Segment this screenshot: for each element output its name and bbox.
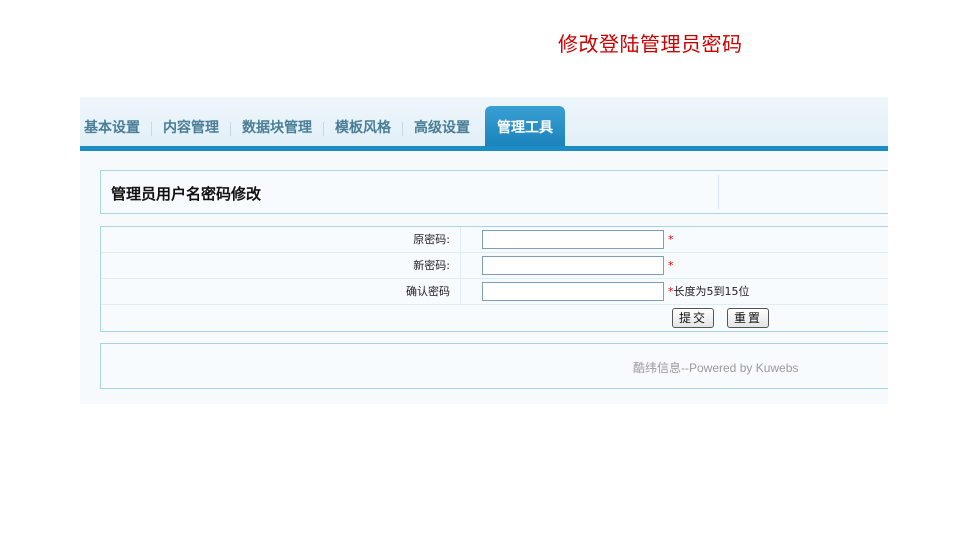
old-password-input[interactable] [482,230,664,249]
tab-template-style[interactable]: 模板风格 [324,106,402,146]
admin-panel: 基本设置 内容管理 数据块管理 模板风格 高级设置 管理工具 管理员用户名密码修… [80,97,888,404]
tab-content-management[interactable]: 内容管理 [152,106,230,146]
tab-bar-underline [80,146,888,151]
confirm-password-label: 确认密码 [101,279,461,304]
footer-credit: 酷纬信息--Powered by Kuwebs [633,361,799,375]
tab-bar: 基本设置 内容管理 数据块管理 模板风格 高级设置 管理工具 [80,97,888,147]
old-password-label: 原密码: [101,227,461,252]
tab-list: 基本设置 内容管理 数据块管理 模板风格 高级设置 管理工具 [80,106,565,146]
form-row-confirm-password: 确认密码 *长度为5到15位 [101,279,888,305]
new-password-label: 新密码: [101,253,461,278]
title-divider [718,175,719,209]
new-password-note: * [668,253,674,278]
old-password-note: * [668,227,674,252]
submit-button[interactable]: 提交 [672,308,715,328]
section-title-box: 管理员用户名密码修改 [100,170,888,214]
form-row-old-password: 原密码: * [101,227,888,253]
tab-advanced-settings[interactable]: 高级设置 [403,106,481,146]
tab-basic-settings[interactable]: 基本设置 [80,106,151,146]
reset-button[interactable]: 重置 [727,308,770,328]
tab-data-block-management[interactable]: 数据块管理 [231,106,323,146]
confirm-password-input[interactable] [482,282,664,301]
form-row-actions: 提交 重置 [101,305,888,331]
section-title: 管理员用户名密码修改 [111,185,262,203]
page-heading: 修改登陆管理员密码 [558,32,743,56]
password-form: 原密码: * 新密码: * 确认密码 *长度为5到15位 提交 重置 [100,226,888,332]
confirm-password-note: *长度为5到15位 [668,279,750,304]
password-length-hint: 长度为5到15位 [673,285,750,298]
required-mark: * [668,259,674,272]
tab-management-tools[interactable]: 管理工具 [485,106,565,146]
required-mark: * [668,233,674,246]
footer-box: 酷纬信息--Powered by Kuwebs [100,343,888,389]
new-password-input[interactable] [482,256,664,275]
form-row-new-password: 新密码: * [101,253,888,279]
